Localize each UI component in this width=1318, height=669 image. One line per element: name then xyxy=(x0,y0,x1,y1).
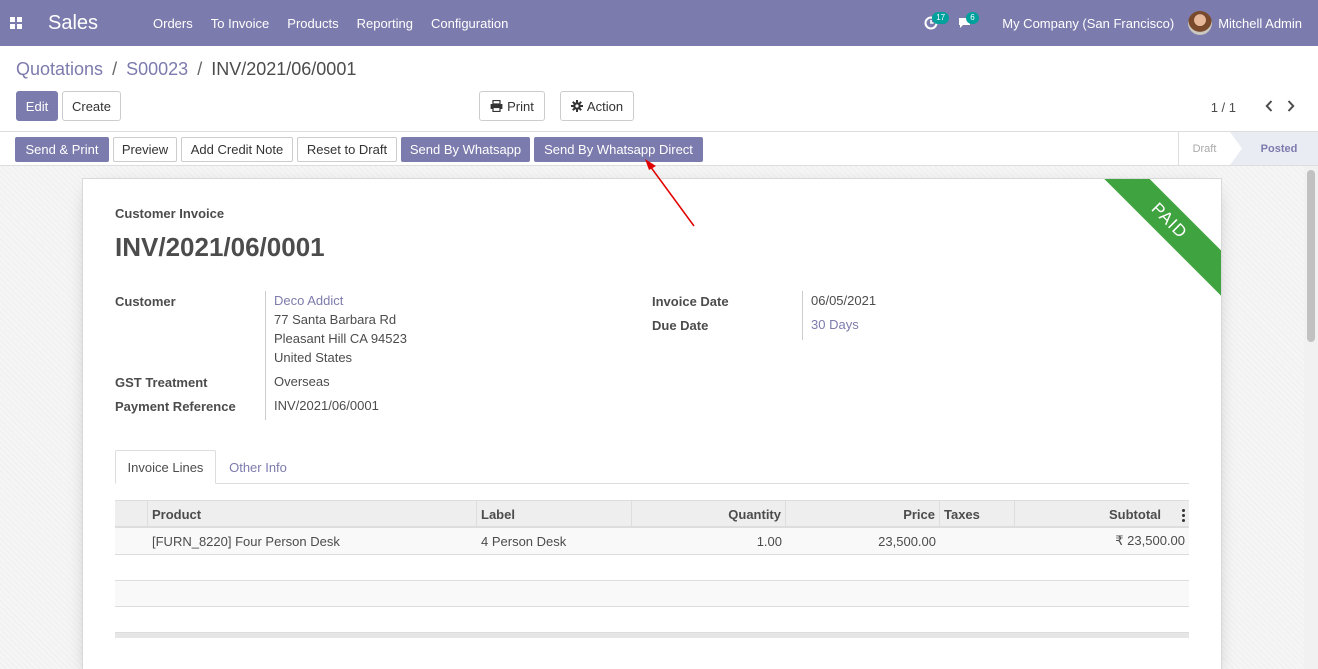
menu-configuration[interactable]: Configuration xyxy=(422,16,517,31)
line-price[interactable]: 23,500.00 xyxy=(786,528,940,554)
edit-button[interactable]: Edit xyxy=(16,91,58,121)
messages-chat-icon[interactable]: 6 xyxy=(948,0,982,46)
breadcrumb-separator: / xyxy=(112,59,118,79)
add-credit-note-button[interactable]: Add Credit Note xyxy=(181,137,293,162)
empty-table-row xyxy=(115,581,1189,607)
line-taxes[interactable] xyxy=(940,528,1015,554)
breadcrumb-order[interactable]: S00023 xyxy=(126,59,188,79)
tab-other-info[interactable]: Other Info xyxy=(216,450,300,484)
activity-count-badge: 17 xyxy=(932,12,950,24)
due-date-link[interactable]: 30 Days xyxy=(811,315,859,334)
invoice-date-label: Invoice Date xyxy=(652,294,729,309)
message-count-badge: 6 xyxy=(966,12,979,24)
scrollbar-thumb[interactable] xyxy=(1307,170,1315,342)
menu-reporting[interactable]: Reporting xyxy=(348,16,422,31)
field-separator xyxy=(265,291,266,420)
stage-posted[interactable]: Posted xyxy=(1230,132,1318,165)
invoice-form-sheet: PAID Customer Invoice INV/2021/06/0001 C… xyxy=(82,178,1222,669)
customer-address-line2: Pleasant Hill CA 94523 xyxy=(274,331,407,346)
line-subtotal[interactable]: ₹ 23,500.00 xyxy=(1015,528,1189,554)
column-header-price[interactable]: Price xyxy=(786,500,940,528)
payment-reference-value: INV/2021/06/0001 xyxy=(274,398,379,413)
optional-columns-icon[interactable] xyxy=(1182,509,1185,522)
gear-icon xyxy=(570,100,583,112)
main-menu: Orders To Invoice Products Reporting Con… xyxy=(144,16,517,31)
row-divider xyxy=(115,554,1189,555)
column-header-label[interactable]: Label xyxy=(477,500,632,528)
print-button[interactable]: Print xyxy=(479,91,545,121)
pager-previous-icon[interactable] xyxy=(1258,99,1280,115)
user-name: Mitchell Admin xyxy=(1218,15,1302,31)
action-button[interactable]: Action xyxy=(560,91,634,121)
tab-invoice-lines[interactable]: Invoice Lines xyxy=(115,450,216,484)
action-label: Action xyxy=(586,98,624,114)
vertical-scrollbar[interactable] xyxy=(1304,166,1318,669)
customer-label: Customer xyxy=(115,294,176,309)
send-by-whatsapp-button[interactable]: Send By Whatsapp xyxy=(401,137,530,162)
breadcrumb-separator: / xyxy=(197,59,203,79)
activity-clock-icon[interactable]: 17 xyxy=(914,0,950,46)
customer-address-line3: United States xyxy=(274,350,353,365)
handle-column-header xyxy=(115,500,148,528)
pager-next-icon[interactable] xyxy=(1280,99,1302,115)
invoice-type-label: Customer Invoice xyxy=(115,206,225,221)
breadcrumb-current: INV/2021/06/0001 xyxy=(211,59,357,79)
form-tabs: Invoice Lines Other Info xyxy=(115,450,1189,484)
top-navbar: Sales Orders To Invoice Products Reporti… xyxy=(0,0,1318,46)
status-bar: Send & Print Preview Add Credit Note Res… xyxy=(0,131,1318,166)
line-label[interactable]: 4 Person Desk xyxy=(477,528,632,554)
payment-reference-label: Payment Reference xyxy=(115,399,236,414)
line-product[interactable]: [FURN_8220] Four Person Desk xyxy=(148,528,477,554)
line-quantity[interactable]: 1.00 xyxy=(632,528,786,554)
column-header-product[interactable]: Product xyxy=(148,500,477,528)
menu-products[interactable]: Products xyxy=(278,16,347,31)
field-separator xyxy=(802,291,803,340)
customer-address-line1: 77 Santa Barbara Rd xyxy=(274,312,397,327)
paid-ribbon: PAID xyxy=(1086,179,1221,304)
menu-to-invoice[interactable]: To Invoice xyxy=(202,16,279,31)
stage-draft[interactable]: Draft xyxy=(1178,132,1230,165)
pager: 1 / 1 xyxy=(1211,97,1302,117)
breadcrumb: Quotations / S00023 / INV/2021/06/0001 xyxy=(16,59,356,80)
send-by-whatsapp-direct-button[interactable]: Send By Whatsapp Direct xyxy=(534,137,703,162)
menu-orders[interactable]: Orders xyxy=(144,16,202,31)
create-button[interactable]: Create xyxy=(62,91,121,121)
app-name[interactable]: Sales xyxy=(48,12,144,35)
user-avatar xyxy=(1188,11,1213,35)
breadcrumb-quotations[interactable]: Quotations xyxy=(16,59,103,79)
apps-menu-icon[interactable] xyxy=(0,0,32,46)
invoice-date-value: 06/05/2021 xyxy=(811,293,877,308)
table-footer xyxy=(115,632,1189,638)
invoice-number-title: INV/2021/06/0001 xyxy=(115,232,325,262)
gst-treatment-label: GST Treatment xyxy=(115,375,208,390)
row-divider xyxy=(115,606,1189,607)
preview-button[interactable]: Preview xyxy=(113,137,177,162)
print-label: Print xyxy=(507,98,534,114)
pager-value[interactable]: 1 / 1 xyxy=(1211,100,1236,115)
column-header-subtotal[interactable]: Subtotal xyxy=(1015,500,1189,528)
send-print-button[interactable]: Send & Print xyxy=(15,137,109,162)
due-date-label: Due Date xyxy=(652,318,709,333)
customer-name-link[interactable]: Deco Addict xyxy=(274,291,343,310)
user-menu[interactable]: Mitchell Admin xyxy=(1188,11,1302,35)
reset-to-draft-button[interactable]: Reset to Draft xyxy=(297,137,397,162)
status-stages: Draft Posted xyxy=(1178,132,1318,165)
column-header-taxes[interactable]: Taxes xyxy=(940,500,1015,528)
column-header-quantity[interactable]: Quantity xyxy=(632,500,786,528)
company-switcher[interactable]: My Company (San Francisco) xyxy=(1002,16,1174,31)
print-icon xyxy=(490,100,503,112)
gst-treatment-value: Overseas xyxy=(274,374,330,389)
